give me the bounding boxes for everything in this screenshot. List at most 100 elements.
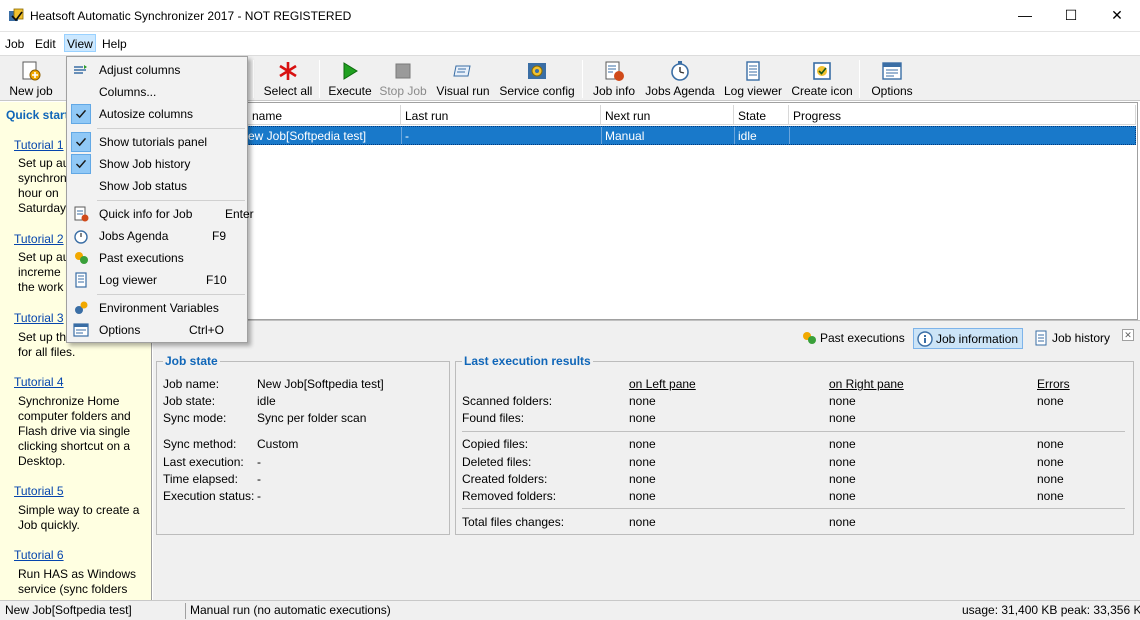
menu-item-show-job-history[interactable]: Show Job history [69,153,245,175]
info-icon [917,331,933,347]
log-viewer-icon [75,272,87,288]
job-state-value: idle [257,394,276,408]
menu-item-jobs-agenda[interactable]: Jobs Agenda F9 [69,225,245,247]
menu-item-environment-variables[interactable]: Environment Variables [69,297,245,319]
menu-edit[interactable]: Edit [35,37,56,51]
new-job-label: New job [9,84,53,98]
tab-job-information[interactable]: Job information [913,328,1024,349]
column-header-last-run[interactable]: Last run [401,105,601,125]
divider [462,431,1125,432]
create-icon-button[interactable]: Create icon [790,58,854,100]
service-config-button[interactable]: Service config [498,58,576,100]
select-all-button[interactable]: Select all [262,58,314,100]
menu-item-label: Past executions [99,251,184,265]
menu-item-log-viewer[interactable]: Log viewer F10 [69,269,245,291]
menu-item-label: Columns... [99,85,157,99]
options-icon [73,323,89,337]
jobs-agenda-button[interactable]: Jobs Agenda [644,58,716,100]
new-job-button[interactable]: New job [6,58,56,100]
minimize-button[interactable]: — [1002,0,1048,30]
cell-state: idle [738,129,757,143]
status-job-name: New Job[Softpedia test] [5,603,132,617]
sync-method-value: Custom [257,437,299,451]
cell-separator [734,127,735,144]
close-button[interactable]: ✕ [1094,0,1140,30]
execute-button[interactable]: Execute [328,58,372,100]
service-config-icon [528,63,546,79]
tutorial-6-link[interactable]: Tutorial 6 [14,548,64,562]
menu-item-label: Quick info for Job [99,207,193,221]
menu-item-adjust-columns[interactable]: Adjust columns [69,59,245,81]
cell-separator [401,127,402,144]
check-icon [71,132,91,152]
cell-last-run: - [405,129,409,143]
view-menu-dropdown: Adjust columns Columns... Autosize colum… [66,56,254,343]
tab-label: Job information [936,332,1019,346]
menu-view[interactable]: View [64,34,96,52]
tutorial-4-link[interactable]: Tutorial 4 [14,375,64,389]
column-header-name[interactable]: name [248,105,401,125]
log-viewer-button[interactable]: Log viewer [722,58,784,100]
menu-item-columns[interactable]: Columns... [69,81,245,103]
result-label: Removed folders: [462,489,557,503]
job-name-value: New Job[Softpedia test] [257,377,384,391]
visual-run-icon [453,65,471,77]
tutorial-3-link[interactable]: Tutorial 3 [14,311,64,325]
last-execution-results-title: Last execution results [462,354,593,368]
environment-variables-icon [75,301,88,314]
status-bar: New Job[Softpedia test] Manual run (no a… [0,600,1140,620]
menu-item-past-executions[interactable]: Past executions [69,247,245,269]
menu-help[interactable]: Help [102,37,127,51]
tab-job-history[interactable]: Job history [1030,328,1114,349]
result-right: none [829,455,856,469]
menu-item-label: Log viewer [99,273,158,287]
log-viewer-label: Log viewer [723,84,783,98]
maximize-button[interactable]: ☐ [1048,0,1094,30]
menu-item-show-job-status[interactable]: Show Job status [69,175,245,197]
stopwatch-icon [74,230,88,244]
title-bar: Heatsoft Automatic Synchronizer 2017 - N… [0,0,1140,32]
toolbar-separator [859,60,860,98]
menu-separator [97,128,245,129]
column-header-state[interactable]: State [734,105,789,125]
job-info-button[interactable]: Job info [591,58,637,100]
tutorial-6-description: Run HAS as Windows service (sync folders [18,567,142,597]
menu-item-options[interactable]: Options Ctrl+O [69,319,245,341]
column-header-next-run[interactable]: Next run [601,105,734,125]
menu-item-quick-info[interactable]: Quick info for Job Enter [69,203,254,225]
field-label: Sync mode: [163,411,227,425]
menu-item-autosize-columns[interactable]: Autosize columns [69,103,245,125]
cell-next-run: Manual [605,129,645,143]
tutorial-line: Synchronize Home [18,394,120,408]
execute-label: Execute [328,84,372,98]
field-label: Execution status: [163,489,255,503]
tab-past-executions[interactable]: Past executions [798,328,909,349]
tutorial-5-link[interactable]: Tutorial 5 [14,484,64,498]
status-separator [185,603,186,619]
service-config-label: Service config [499,84,575,98]
tutorial-line: service (sync folders [18,582,128,596]
past-executions-icon [75,252,88,264]
toolbar-separator [253,60,254,98]
field-label: Time elapsed: [163,472,238,486]
status-run-mode: Manual run (no automatic executions) [190,603,391,617]
header-errors: Errors [1037,377,1070,391]
asterisk-icon [279,62,297,80]
tab-label: Past executions [820,331,905,345]
close-panel-button[interactable]: ✕ [1122,329,1134,341]
menu-job[interactable]: Job [5,37,24,51]
menu-item-show-tutorials-panel[interactable]: Show tutorials panel [69,131,245,153]
options-button[interactable]: Options [868,58,916,100]
table-row[interactable]: ew Job[Softpedia test] - Manual idle [155,126,1136,145]
menu-item-shortcut: Enter [225,207,254,221]
visual-run-button[interactable]: Visual run [435,58,491,100]
play-icon [343,62,358,80]
menu-item-label: Show Job status [99,179,188,193]
stop-job-button[interactable]: Stop Job [379,58,427,100]
job-list: name Last run Next run State Progress ew… [153,102,1138,320]
new-job-icon [22,61,41,81]
column-header-progress[interactable]: Progress [789,105,1136,125]
tutorial-2-link[interactable]: Tutorial 2 [14,232,64,246]
tutorial-1-link[interactable]: Tutorial 1 [14,138,64,152]
result-label: Total files changes: [462,515,565,529]
